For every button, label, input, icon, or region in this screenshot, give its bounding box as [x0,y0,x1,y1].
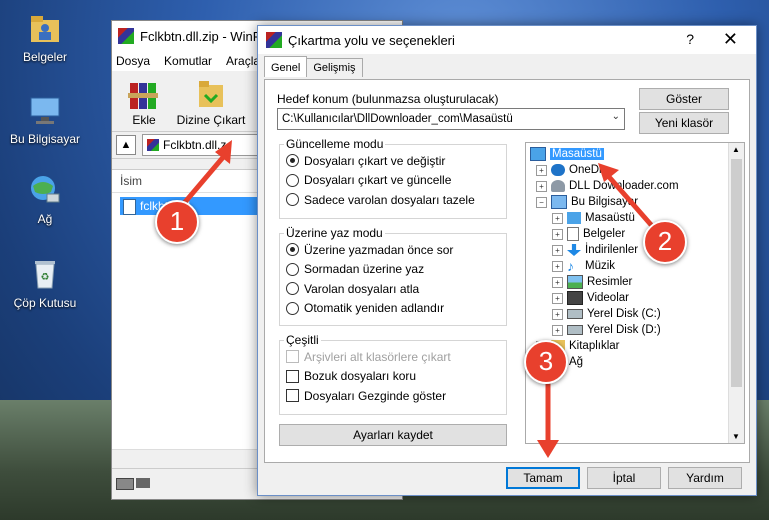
arrow-head-3 [537,440,559,458]
tab-general[interactable]: Genel [264,56,308,77]
arrow-line-1 [177,152,228,211]
step-badge-1: 1 [155,200,199,244]
step-badge-3: 3 [524,340,568,384]
step-badge-2: 2 [643,220,687,264]
